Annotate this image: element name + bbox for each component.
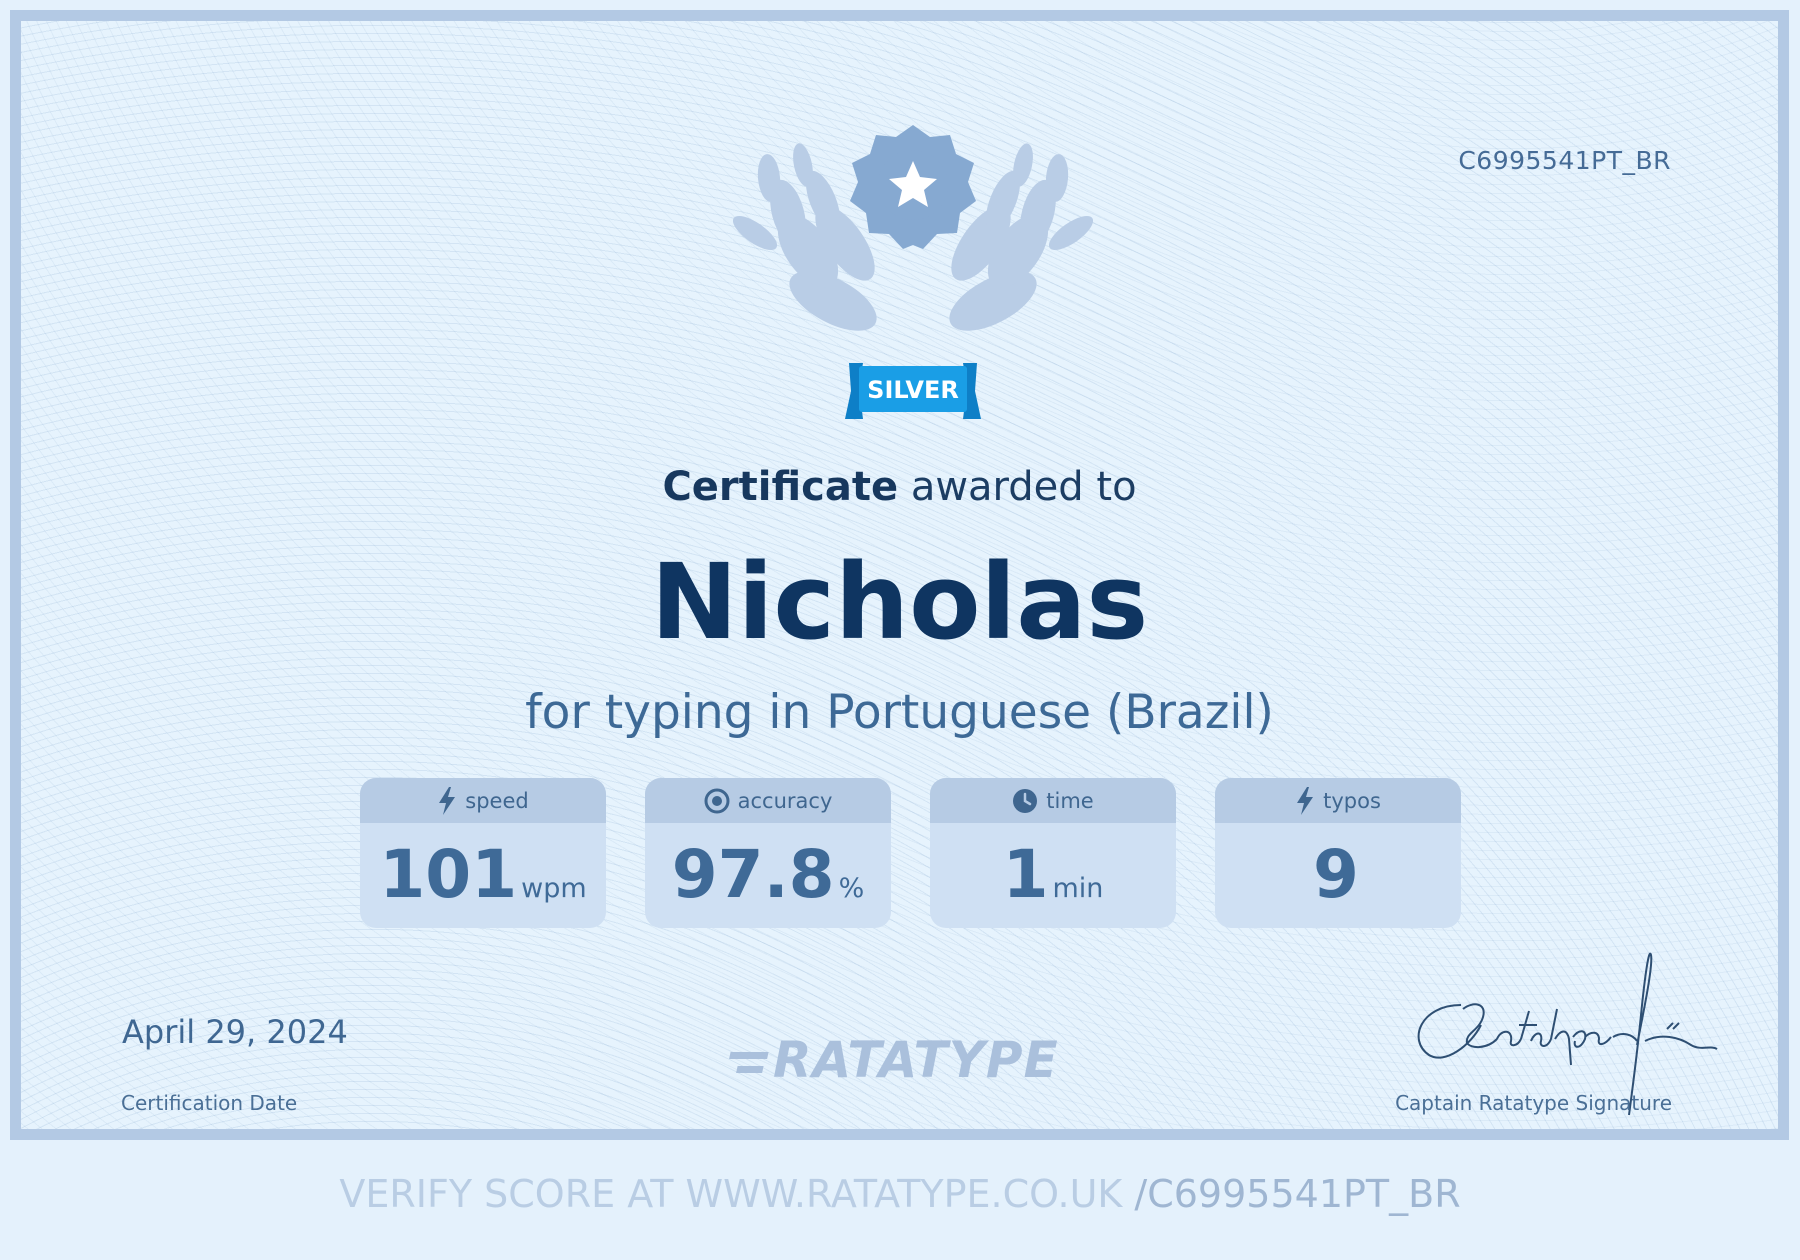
- badge-label: SILVER: [867, 376, 959, 404]
- stat-header: speed: [360, 778, 606, 823]
- signature-label: Captain Ratatype Signature: [1395, 1091, 1672, 1115]
- certificate-heading: Certificate awarded to: [21, 464, 1778, 510]
- certificate-subject: for typing in Portuguese (Brazil): [525, 685, 1274, 740]
- stat-value: 97.8: [671, 836, 835, 913]
- stat-label: time: [1046, 788, 1094, 813]
- heading-bold: Certificate: [662, 464, 899, 510]
- stat-card-time: time 1 min: [930, 778, 1176, 928]
- certification-date: April 29, 2024: [122, 1013, 348, 1051]
- stat-value: 101: [379, 836, 518, 913]
- heading-rest: awarded to: [910, 464, 1137, 510]
- target-icon: [704, 788, 730, 813]
- stat-header: time: [930, 778, 1176, 823]
- medal-star-icon: [850, 125, 976, 249]
- verify-line: VERIFY SCORE AT WWW.RATATYPE.CO.UK /C699…: [0, 1172, 1800, 1216]
- verify-id: /C6995541PT_BR: [1134, 1172, 1461, 1216]
- stat-value: 1: [1002, 836, 1049, 913]
- stat-card-speed: speed 101 wpm: [360, 778, 606, 928]
- stat-label: speed: [465, 788, 529, 813]
- certificate: C6995541PT_BR SILVER Certificate awarded…: [10, 10, 1789, 1140]
- certification-date-label: Certification Date: [121, 1091, 298, 1115]
- ratatype-logo: RATATYPE: [727, 1031, 1059, 1089]
- stat-body: 1 min: [930, 823, 1176, 928]
- stat-value: 9: [1313, 836, 1359, 913]
- stat-body: 9: [1215, 823, 1461, 928]
- logo-dash-icon: [729, 1051, 769, 1073]
- page: C6995541PT_BR SILVER Certificate awarded…: [0, 0, 1800, 1260]
- certificate-id: C6995541PT_BR: [1458, 146, 1671, 175]
- stat-card-typos: typos 9: [1215, 778, 1461, 928]
- silver-badge-ribbon: SILVER: [845, 363, 981, 419]
- stat-unit: %: [838, 873, 865, 904]
- stat-label: typos: [1323, 788, 1381, 813]
- award-emblem: SILVER: [733, 125, 1093, 419]
- stat-label: accuracy: [737, 788, 833, 813]
- lightning-icon: [439, 786, 456, 815]
- recipient-name: Nicholas: [650, 541, 1149, 663]
- verify-prefix: VERIFY SCORE AT WWW.RATATYPE.CO.UK: [339, 1172, 1135, 1216]
- stat-header: typos: [1215, 778, 1461, 823]
- stat-body: 101 wpm: [360, 823, 606, 928]
- stat-unit: min: [1052, 873, 1104, 904]
- stat-body: 97.8 %: [645, 823, 891, 928]
- clock-icon: [1013, 788, 1038, 813]
- stats-row: speed 101 wpm accuracy 97.8 % time 1 min…: [360, 778, 1461, 928]
- stat-unit: wpm: [521, 873, 587, 904]
- logo-text: RATATYPE: [773, 1031, 1059, 1089]
- stat-header: accuracy: [645, 778, 891, 823]
- stat-card-accuracy: accuracy 97.8 %: [645, 778, 891, 928]
- lightning-icon: [1297, 786, 1314, 815]
